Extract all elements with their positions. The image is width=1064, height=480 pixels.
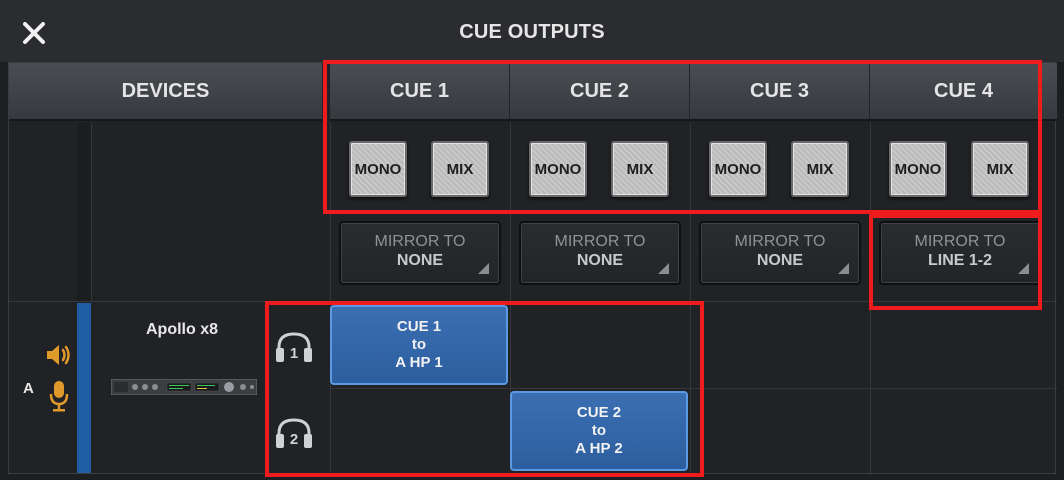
- mirror-label: MIRROR TO: [554, 233, 646, 250]
- grid-line: [870, 123, 871, 475]
- cue-2-mix-button[interactable]: MIX: [611, 141, 669, 197]
- microphone-icon[interactable]: [49, 380, 69, 412]
- cue-3-header: CUE 3: [690, 63, 870, 121]
- cue-outputs-panel: DEVICES CUE 1 CUE 2 CUE 3 CUE 4 MONO MIX…: [8, 62, 1057, 475]
- cue-4-mix-button[interactable]: MIX: [971, 141, 1029, 197]
- cue-4-mono-button[interactable]: MONO: [889, 141, 947, 197]
- mirror-value: LINE 1-2: [927, 252, 992, 269]
- speaker-icon[interactable]: [45, 342, 73, 368]
- mirror-value: NONE: [396, 252, 444, 269]
- mirror-label: MIRROR TO: [374, 233, 466, 250]
- cue-4-mirror-dropdown[interactable]: MIRROR TO LINE 1-2: [879, 221, 1041, 285]
- cue-1-mix-button[interactable]: MIX: [431, 141, 489, 197]
- cue-3-mirror-dropdown[interactable]: MIRROR TO NONE: [699, 221, 861, 285]
- headphone-1-icon: 1: [276, 332, 312, 362]
- cue-2-header: CUE 2: [510, 63, 690, 121]
- assignment-to: to: [591, 422, 607, 439]
- dropdown-corner-icon: [1018, 263, 1029, 274]
- device-name: Apollo x8: [145, 321, 218, 338]
- cue-1-mono-button[interactable]: MONO: [349, 141, 407, 197]
- grid-line: [330, 123, 331, 475]
- devices-header: DEVICES: [9, 63, 323, 121]
- mirror-value: NONE: [576, 252, 624, 269]
- assignment-output: A HP 2: [575, 440, 623, 457]
- mirror-label: MIRROR TO: [914, 233, 1006, 250]
- assignment-cue: CUE 2: [576, 404, 622, 421]
- dropdown-corner-icon: [478, 263, 489, 274]
- assignment-cue: CUE 1: [396, 318, 442, 335]
- dropdown-corner-icon: [658, 263, 669, 274]
- grid-line: [91, 123, 92, 301]
- headphone-number: 2: [290, 431, 298, 448]
- headphone-number: 1: [290, 345, 298, 362]
- device-letter: A: [23, 380, 34, 397]
- device-color-bar: [77, 303, 91, 473]
- grid-line: [330, 388, 1057, 389]
- cue-2-mono-button[interactable]: MONO: [529, 141, 587, 197]
- cue-3-mix-button[interactable]: MIX: [791, 141, 849, 197]
- mirror-value: NONE: [756, 252, 804, 269]
- apollo-unit-image: [111, 379, 257, 395]
- cue-1-header: CUE 1: [330, 63, 510, 121]
- cue-2-assignment[interactable]: CUE 2 to A HP 2: [510, 391, 688, 471]
- headphone-2-icon: 2: [276, 418, 312, 448]
- grid-line: [9, 301, 1057, 302]
- cue-1-assignment[interactable]: CUE 1 to A HP 1: [330, 305, 508, 385]
- window-title: CUE OUTPUTS: [459, 21, 605, 43]
- assignment-to: to: [411, 336, 427, 353]
- assignment-output: A HP 1: [395, 354, 443, 371]
- cue-4-header: CUE 4: [870, 63, 1057, 121]
- grid-line: [690, 123, 691, 475]
- cue-2-mirror-dropdown[interactable]: MIRROR TO NONE: [519, 221, 681, 285]
- dropdown-corner-icon: [838, 263, 849, 274]
- title-bar: CUE OUTPUTS: [0, 0, 1064, 62]
- device-strip-empty: [77, 123, 91, 301]
- mirror-label: MIRROR TO: [734, 233, 826, 250]
- cue-3-mono-button[interactable]: MONO: [709, 141, 767, 197]
- cue-1-mirror-dropdown[interactable]: MIRROR TO NONE: [339, 221, 501, 285]
